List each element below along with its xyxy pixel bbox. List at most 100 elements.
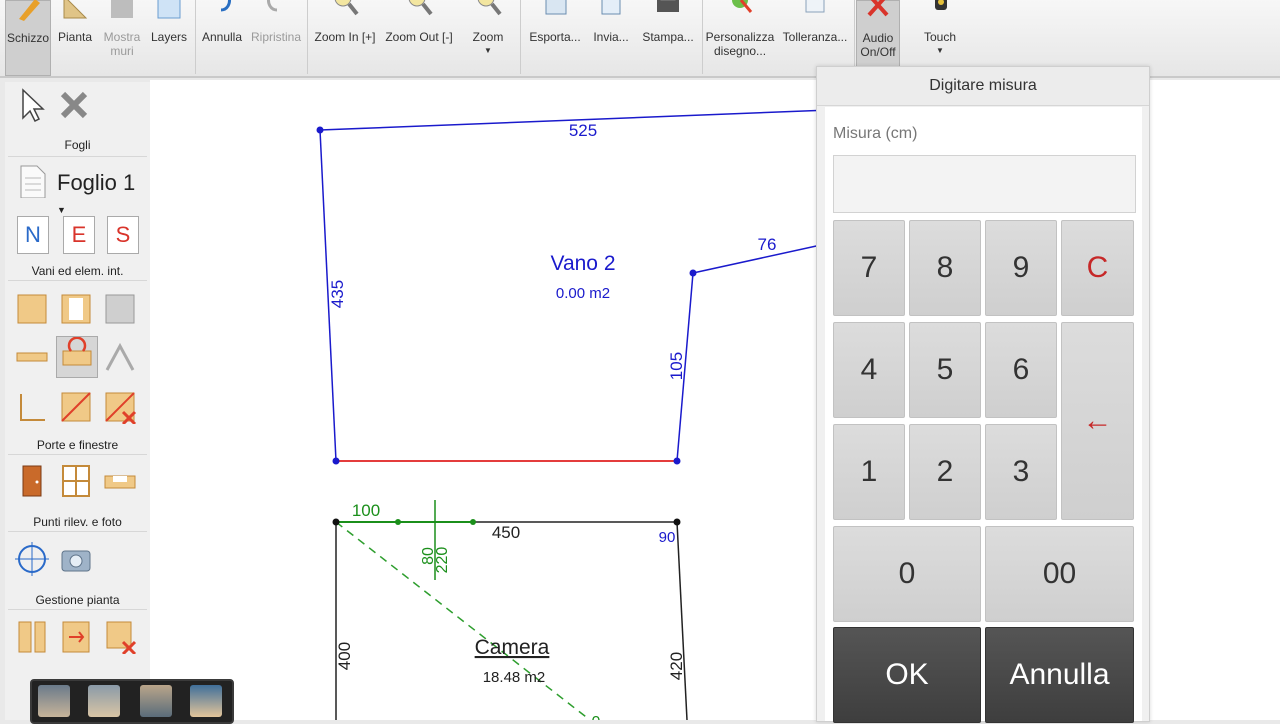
ruler-triangle-icon — [63, 0, 88, 19]
key-6[interactable]: 6 — [985, 322, 1057, 418]
backspace-arrow-icon: ← — [1082, 404, 1113, 437]
schizzo-button[interactable]: Schizzo — [5, 0, 51, 76]
vertex-point[interactable] — [673, 518, 681, 526]
ribbon-separator — [307, 0, 308, 74]
cancel-button[interactable]: Annulla — [985, 627, 1134, 723]
panel-divider — [8, 609, 147, 610]
vertex-point[interactable] — [332, 518, 340, 526]
room-name: Camera — [475, 636, 550, 659]
key-00[interactable]: 00 — [985, 526, 1134, 622]
key-8[interactable]: 8 — [909, 220, 981, 316]
rotate-tool-button[interactable] — [56, 336, 98, 378]
chevron-down-icon: ▼ — [936, 46, 944, 55]
room-corridor-icon[interactable] — [59, 292, 93, 326]
room-camera[interactable]: 100 450 90 80 220 400 420 0 Camera 18.48… — [332, 500, 688, 720]
tolerance-icon — [805, 0, 825, 13]
dimension-label: 105 — [667, 352, 686, 380]
mute-icon — [867, 0, 889, 17]
audio-toggle-button[interactable]: Audio On/Off — [856, 0, 900, 76]
ripristina-button[interactable]: Ripristina — [250, 0, 302, 74]
chevron-down-icon: ▼ — [484, 46, 492, 55]
participant-thumbnails — [30, 679, 234, 724]
survey-point-icon[interactable] — [15, 542, 49, 576]
participant-avatar — [140, 685, 172, 717]
measure-input[interactable] — [833, 155, 1136, 213]
participant-avatar — [190, 685, 222, 717]
vertex-point[interactable] — [689, 269, 697, 277]
corner-tool-icon[interactable] — [15, 390, 49, 424]
vertex-point[interactable] — [395, 519, 401, 525]
room-vano-2[interactable]: 525 435 76 105 Vano 2 0.00 m2 — [316, 109, 831, 465]
ribbon-separator — [195, 0, 196, 74]
key-9[interactable]: 9 — [985, 220, 1057, 316]
pencil-icon — [19, 0, 40, 21]
sheet-selector[interactable]: Foglio 1 ▼ — [57, 170, 150, 222]
ok-button[interactable]: OK — [833, 627, 981, 723]
dimension-label: 0 — [592, 714, 601, 720]
dimension-label: 400 — [335, 642, 354, 670]
layers-icon — [157, 0, 181, 19]
panel-divider — [8, 531, 147, 532]
zoom-out-button[interactable]: Zoom Out [-] — [384, 0, 454, 74]
panel-divider — [8, 156, 147, 157]
zoom-dropdown-button[interactable]: Zoom ▼ — [462, 0, 514, 74]
chevron-down-icon: ▼ — [57, 205, 66, 216]
diagonal-measure-line[interactable] — [335, 521, 591, 720]
vertex-point[interactable] — [470, 519, 476, 525]
clear-key[interactable]: C — [1061, 220, 1134, 316]
dimension-label: 420 — [667, 652, 686, 680]
wall-segment-icon[interactable] — [15, 340, 49, 374]
stampa-button[interactable]: Stampa... — [638, 0, 698, 74]
vertex-point[interactable] — [332, 457, 340, 465]
room-rectangle-icon[interactable] — [15, 292, 49, 326]
split-room-icon[interactable] — [15, 620, 49, 654]
participant-avatar — [88, 685, 120, 717]
south-orientation-button[interactable]: S — [107, 216, 139, 254]
rotate-icon — [62, 336, 92, 366]
annulla-button[interactable]: Annulla — [200, 0, 244, 74]
key-1[interactable]: 1 — [833, 424, 905, 520]
dimension-label: 450 — [492, 523, 520, 542]
window-icon[interactable] — [59, 464, 93, 498]
pianta-button[interactable]: Pianta — [55, 0, 95, 74]
opening-icon[interactable] — [103, 464, 137, 498]
tolleranza-button[interactable]: Tolleranza... — [780, 0, 850, 74]
dimension-label: 220 — [434, 547, 451, 574]
room-gray-icon[interactable] — [103, 292, 137, 326]
vertex-point[interactable] — [673, 457, 681, 465]
key-0[interactable]: 0 — [833, 526, 981, 622]
punti-label: Punti rilev. e foto — [33, 515, 122, 529]
layers-button[interactable]: Layers — [148, 0, 190, 74]
mostra-muri-button[interactable]: Mostra muri — [100, 0, 144, 74]
zoom-out-icon — [408, 0, 433, 16]
personalizza-button[interactable]: Personalizza disegno... — [706, 0, 774, 74]
door-icon[interactable] — [15, 464, 49, 498]
key-3[interactable]: 3 — [985, 424, 1057, 520]
key-7[interactable]: 7 — [833, 220, 905, 316]
delete-room-icon[interactable] — [103, 620, 137, 654]
invia-button[interactable]: Invia... — [588, 0, 634, 74]
touch-dropdown-button[interactable]: Touch ▼ — [914, 0, 966, 74]
key-5[interactable]: 5 — [909, 322, 981, 418]
wall-right[interactable] — [676, 521, 688, 720]
key-4[interactable]: 4 — [833, 322, 905, 418]
east-orientation-button[interactable]: E — [63, 216, 95, 254]
merge-room-icon[interactable] — [59, 620, 93, 654]
select-arrow-icon[interactable] — [15, 88, 49, 122]
angle-tool-icon[interactable] — [103, 340, 137, 374]
vertex-point[interactable] — [316, 126, 324, 134]
key-2[interactable]: 2 — [909, 424, 981, 520]
ribbon-separator — [520, 0, 521, 74]
north-orientation-button[interactable]: N — [17, 216, 49, 254]
dialog-body: Misura (cm) 7 8 9 C 4 5 6 ← 1 2 3 0 00 O… — [825, 107, 1142, 723]
delete-x-icon[interactable] — [57, 88, 91, 122]
backspace-key[interactable]: ← — [1061, 322, 1134, 520]
zoom-in-button[interactable]: Zoom In [+] — [312, 0, 378, 74]
diagonal-room-icon[interactable] — [59, 390, 93, 424]
measure-input-dialog: Digitare misura Misura (cm) 7 8 9 C 4 5 … — [816, 66, 1150, 723]
delete-diagonal-icon[interactable] — [103, 390, 137, 424]
zoom-in-icon — [334, 0, 359, 16]
dimension-label: 435 — [328, 280, 347, 308]
esporta-button[interactable]: Esporta... — [525, 0, 585, 74]
camera-icon[interactable] — [59, 542, 93, 576]
